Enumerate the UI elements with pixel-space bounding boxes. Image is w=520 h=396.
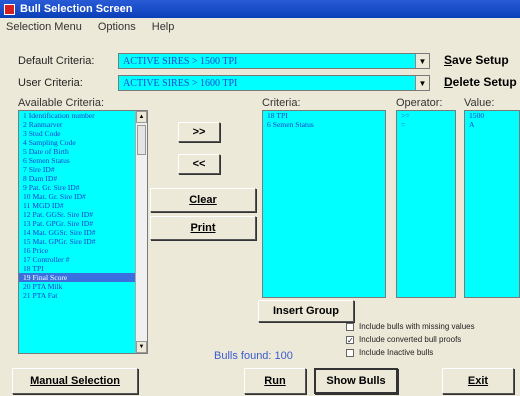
available-criteria-item[interactable]: 14 Mat. GGSr. Sire ID# bbox=[19, 228, 147, 237]
checkbox-missing-values[interactable]: Include bulls with missing values bbox=[346, 322, 475, 331]
available-criteria-item[interactable]: 5 Date of Birth bbox=[19, 147, 147, 156]
available-criteria-item[interactable]: 10 Mat. Gr. Sire ID# bbox=[19, 192, 147, 201]
bulls-found-count: Bulls found: 100 bbox=[214, 350, 293, 362]
operator-label: Operator: bbox=[396, 97, 443, 109]
available-criteria-list[interactable]: 1 Identification number 2 Ranmarver 3 Stud… bbox=[18, 110, 148, 354]
menu-bar: Selection Menu Options Help bbox=[0, 18, 520, 36]
checkbox-icon[interactable] bbox=[346, 322, 354, 331]
window-title: Bull Selection Screen bbox=[20, 3, 133, 15]
menu-help[interactable]: Help bbox=[152, 21, 175, 33]
available-criteria-item[interactable]: 4 Sampling Code bbox=[19, 138, 147, 147]
available-criteria-item[interactable]: 21 PTA Fat bbox=[19, 291, 147, 300]
user-criteria-value: ACTIVE SIRES > 1600 TPI bbox=[123, 77, 238, 89]
exit-button[interactable]: Exit bbox=[442, 368, 514, 394]
available-criteria-item[interactable]: 17 Controller # bbox=[19, 255, 147, 264]
criteria-list[interactable]: 18 TPI 6 Semen Status bbox=[262, 110, 386, 298]
chevron-down-icon[interactable]: ▼ bbox=[415, 54, 429, 68]
user-criteria-label: User Criteria: bbox=[18, 77, 83, 89]
value-list[interactable]: 1500 A bbox=[464, 110, 520, 298]
default-criteria-value: ACTIVE SIRES > 1500 TPI bbox=[123, 55, 238, 67]
checkbox-inactive-bulls[interactable]: Include Inactive bulls bbox=[346, 348, 433, 357]
checkbox-icon[interactable] bbox=[346, 348, 354, 357]
available-criteria-item[interactable]: 15 Mat. GPGr. Sire ID# bbox=[19, 237, 147, 246]
available-criteria-item[interactable]: 2 Ranmarver bbox=[19, 120, 147, 129]
add-criteria-button[interactable]: >> bbox=[178, 122, 220, 142]
save-setup-button[interactable]: Save Setup bbox=[444, 53, 520, 67]
available-criteria-item[interactable]: 3 Stud Code bbox=[19, 129, 147, 138]
criteria-item[interactable]: 18 TPI bbox=[263, 111, 385, 120]
vertical-scrollbar[interactable]: ▲ ▼ bbox=[135, 111, 147, 353]
criteria-item[interactable]: 6 Semen Status bbox=[263, 120, 385, 129]
available-criteria-label: Available Criteria: bbox=[18, 97, 105, 109]
default-criteria-label: Default Criteria: bbox=[18, 55, 95, 67]
scroll-up-icon[interactable]: ▲ bbox=[136, 111, 147, 123]
available-criteria-item[interactable]: 6 Semen Status bbox=[19, 156, 147, 165]
manual-selection-button[interactable]: Manual Selection bbox=[12, 368, 138, 394]
title-bar: Bull Selection Screen bbox=[0, 0, 520, 18]
run-button[interactable]: Run bbox=[244, 368, 306, 394]
app-icon bbox=[4, 3, 15, 15]
chevron-down-icon[interactable]: ▼ bbox=[415, 76, 429, 90]
menu-options[interactable]: Options bbox=[98, 21, 136, 33]
available-criteria-item[interactable]: 9 Pat. Gr. Sire ID# bbox=[19, 183, 147, 192]
available-criteria-item[interactable]: 1 Identification number bbox=[19, 111, 147, 120]
available-criteria-item[interactable]: 12 Pat. GGSr. Sire ID# bbox=[19, 210, 147, 219]
checkbox-converted-proofs[interactable]: ✓ Include converted bull proofs bbox=[346, 335, 461, 344]
operator-item[interactable]: >= bbox=[397, 111, 455, 120]
available-criteria-items: 1 Identification number 2 Ranmarver 3 Stud… bbox=[19, 111, 147, 300]
available-criteria-item[interactable]: 11 MGD ID# bbox=[19, 201, 147, 210]
value-item[interactable]: A bbox=[465, 120, 519, 129]
remove-criteria-button[interactable]: << bbox=[178, 154, 220, 174]
available-criteria-item[interactable]: 13 Pat. GPGr. Sire ID# bbox=[19, 219, 147, 228]
operator-list[interactable]: >= = bbox=[396, 110, 456, 298]
available-criteria-item[interactable]: 16 Price bbox=[19, 246, 147, 255]
clear-button[interactable]: Clear bbox=[150, 188, 256, 212]
default-criteria-combo[interactable]: ACTIVE SIRES > 1500 TPI ▼ bbox=[118, 53, 430, 69]
delete-setup-button[interactable]: Delete Setup bbox=[444, 75, 520, 89]
menu-selection[interactable]: Selection Menu bbox=[6, 21, 82, 33]
scroll-down-icon[interactable]: ▼ bbox=[136, 341, 147, 353]
user-criteria-combo[interactable]: ACTIVE SIRES > 1600 TPI ▼ bbox=[118, 75, 430, 91]
print-button[interactable]: Print bbox=[150, 216, 256, 240]
available-criteria-item[interactable]: 19 Final Score bbox=[19, 273, 147, 282]
operator-item[interactable]: = bbox=[397, 120, 455, 129]
checkmark-icon[interactable]: ✓ bbox=[346, 335, 354, 344]
value-item[interactable]: 1500 bbox=[465, 111, 519, 120]
scroll-thumb[interactable] bbox=[137, 125, 146, 155]
available-criteria-item[interactable]: 18 TPI bbox=[19, 264, 147, 273]
available-criteria-item[interactable]: 7 Sire ID# bbox=[19, 165, 147, 174]
criteria-label: Criteria: bbox=[262, 97, 301, 109]
available-criteria-item[interactable]: 8 Dam ID# bbox=[19, 174, 147, 183]
insert-group-button[interactable]: Insert Group bbox=[258, 300, 354, 322]
show-bulls-button[interactable]: Show Bulls bbox=[314, 368, 398, 394]
available-criteria-item[interactable]: 20 PTA Milk bbox=[19, 282, 147, 291]
value-label: Value: bbox=[464, 97, 495, 109]
